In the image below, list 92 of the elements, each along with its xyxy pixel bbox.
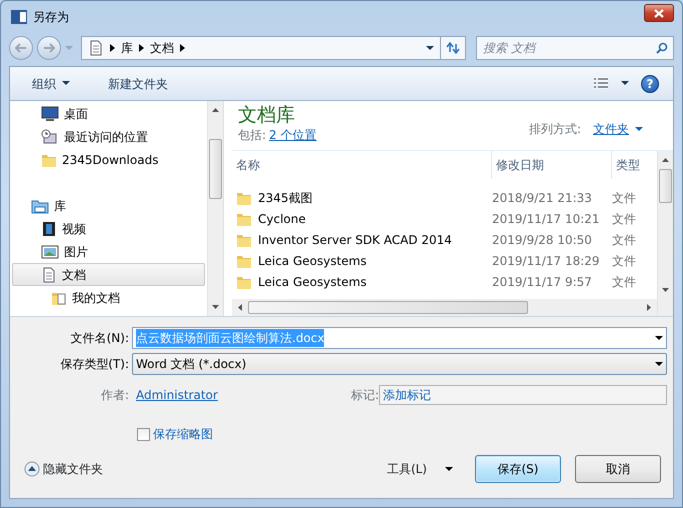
field-label: 文件名(N): [70,330,130,347]
sidebar-item[interactable]: 图片 [12,240,205,263]
scroll-down-icon [662,288,669,292]
tags-field[interactable]: 添加标记 [379,385,667,405]
recent-places-icon [41,128,59,144]
file-type: 文件 [612,252,637,270]
address-bar[interactable]: 库 文档 [81,36,441,60]
library-icon [31,198,49,214]
search-icon[interactable] [656,42,668,54]
refresh-icon [446,42,460,54]
monitor-icon [41,106,59,122]
scrollbar-thumb[interactable] [209,139,222,199]
file-name[interactable]: Leica Geosystems [258,272,367,290]
save-button[interactable]: 保存(S) [475,455,561,483]
file-name[interactable]: Cyclone [258,210,306,228]
scroll-right-icon [647,304,651,311]
sidebar-item[interactable]: 最近访问的位置 [12,125,205,148]
library-title: 文档库 [238,105,296,126]
file-type: 文件 [612,190,637,206]
field-label: 作者: [100,387,130,404]
field-label: 保存类型(T): [59,356,130,373]
breadcrumb-arrow-icon[interactable] [180,44,185,52]
breadcrumb-arrow-icon[interactable] [110,44,115,52]
caret-icon [445,466,453,472]
caret-icon [635,126,643,132]
close-button[interactable] [644,4,674,22]
refresh-button[interactable] [440,36,466,60]
document-icon [41,266,57,282]
save-type-dropdown[interactable]: Word 文档 (*.docx) [132,353,667,375]
scrollbar-thumb[interactable] [659,169,672,203]
horizontal-scrollbar[interactable] [232,299,657,316]
new-folder-button[interactable]: 新建文件夹 [104,72,172,94]
search-field[interactable]: 搜索 文档 [476,36,674,60]
field-label: 标记: [350,387,379,404]
breadcrumb-item[interactable]: 文档 [150,39,174,57]
scroll-left-icon [238,304,242,311]
arrow-left-icon [15,43,27,53]
caret-icon [62,81,70,86]
scrollbar[interactable] [207,101,223,316]
modified-date: 2019/11/17 9:57 [492,274,593,290]
organize-menu[interactable]: 组织 [28,72,74,94]
forward-button[interactable] [37,36,61,60]
column-header[interactable]: 修改日期 [492,151,612,179]
view-caret-icon[interactable] [621,81,629,86]
window-title: 另存为 [33,9,69,26]
hide-folders-button[interactable]: 隐藏文件夹 [20,458,107,480]
view-list-icon[interactable] [593,76,609,90]
column-header[interactable]: 名称 [232,151,492,179]
includes-label: 包括: [238,127,266,144]
file-name[interactable]: Inventor Server SDK ACAD 2014 [258,230,452,248]
file-type: 文件 [612,232,637,248]
sidebar-item[interactable]: 桌面 [12,102,205,125]
cancel-button[interactable]: 取消 [575,455,661,483]
collapse-icon [24,461,40,477]
help-button[interactable]: ? [641,74,659,92]
locations-link[interactable]: 2 个位置 [269,126,316,144]
arrange-label: 排列方式: [528,121,581,138]
checkbox[interactable] [137,428,150,440]
film-icon [41,220,57,236]
breadcrumb-item[interactable]: 库 [121,39,133,57]
scrollbar[interactable] [657,151,673,316]
dropdown-caret-icon[interactable] [426,46,434,50]
dropdown-caret-icon [655,336,663,340]
modified-date: 2019/11/17 10:21 [492,210,601,228]
sidebar-item[interactable]: 文档 [12,263,205,286]
scroll-down-icon [212,305,219,309]
author-link[interactable]: Administrator [132,386,332,404]
picture-icon [41,244,59,260]
breadcrumb-arrow-icon[interactable] [139,44,144,52]
column-header[interactable]: 类型 [612,151,652,179]
modified-date: 2018/9/21 21:33 [492,190,593,206]
file-type: 文件 [612,274,637,290]
scroll-up-icon [662,158,669,162]
document-icon [88,40,104,56]
sidebar-item[interactable]: 视频 [12,217,205,240]
modified-date: 2019/9/28 10:50 [492,232,593,248]
scroll-up-icon [212,108,219,112]
dropdown-caret-icon [655,362,663,366]
close-icon [654,8,664,18]
file-name[interactable]: Leica Geosystems [258,252,367,270]
checkbox-label[interactable]: 保存缩略图 [153,425,213,443]
back-button[interactable] [9,36,33,60]
sidebar-item[interactable]: 我的文档 [12,286,205,309]
file-name[interactable]: 2345截图 [258,188,313,206]
file-type: 文件 [612,210,637,228]
arrange-dropdown[interactable]: 文件夹 [593,120,643,138]
scrollbar-thumb[interactable] [248,301,528,314]
arrow-right-icon [43,43,55,53]
tools-menu[interactable]: 工具(L) [382,458,457,480]
sidebar-item[interactable]: 库 [12,194,205,217]
sidebar-item[interactable]: 2345Downloads [12,148,205,171]
modified-date: 2019/11/17 18:29 [492,252,601,270]
